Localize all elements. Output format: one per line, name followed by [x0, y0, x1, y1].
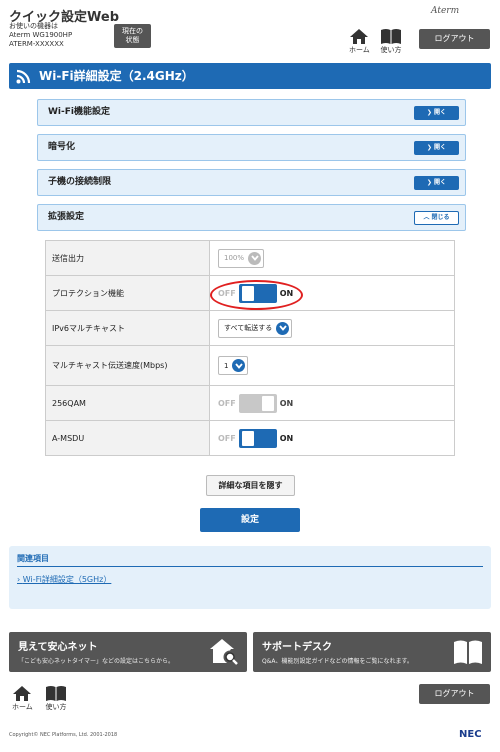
footer-home-button[interactable]: ホーム — [12, 685, 33, 712]
tx-power-select: 100% — [218, 248, 265, 268]
accordion-extended[interactable]: 拡張設定 ︿ 閉じる — [37, 204, 466, 231]
accordion-label: 子機の接続制限 — [48, 177, 112, 187]
setting-label: 256QAM — [45, 385, 210, 421]
promo-desc: 「こども安心ネットタイマー」などの設定はこちらから。 — [18, 658, 175, 665]
setting-label: 送信出力 — [45, 240, 210, 276]
select-value: 1 — [224, 361, 229, 370]
chevron-down-icon — [232, 359, 246, 372]
accordion-client-limit[interactable]: 子機の接続制限 ❯ 開く — [37, 169, 466, 196]
chevron-down-icon — [276, 321, 290, 335]
related-title: 関連項目 — [17, 554, 49, 563]
qam256-toggle: OFF ON — [218, 393, 294, 413]
home-label: ホーム — [349, 46, 370, 54]
amsdu-toggle[interactable]: OFF ON — [218, 428, 294, 448]
promo-support-desk[interactable]: サポートデスク Q&A、機能別設定ガイドなどの情報をご覧になれます。 — [253, 632, 491, 672]
promo-desc: Q&A、機能別設定ガイドなどの情報をご覧になれます。 — [262, 658, 413, 665]
footer-brand-logo: NEC — [459, 729, 482, 740]
accordion-label: 暗号化 — [48, 142, 76, 152]
toggle-knob — [261, 395, 274, 411]
open-button-label: 開く — [434, 144, 447, 151]
page-heading: Wi-Fi詳細設定（2.4GHz） — [9, 63, 491, 89]
table-row: マルチキャスト伝送速度(Mbps) 1 — [45, 345, 455, 386]
status-button-line: 現在の — [122, 27, 143, 35]
multicast-rate-select[interactable]: 1 — [218, 356, 249, 375]
setting-label: IPv6マルチキャスト — [45, 310, 210, 346]
home-button[interactable]: ホーム — [349, 28, 370, 55]
table-row: A-MSDU OFF ON — [45, 420, 455, 456]
toggle-off-label: OFF — [218, 433, 236, 443]
promo-mieteanshin[interactable]: 見えて安心ネット 「こども安心ネットタイマー」などの設定はこちらから。 — [9, 632, 247, 672]
toggle-off-label: OFF — [218, 398, 236, 408]
close-button-label: 閉じる — [431, 214, 450, 221]
extended-settings-table: 送信出力 100% プロテクション機能 OFF ON IPv6マルチキャスト す… — [45, 240, 455, 456]
book-icon — [46, 686, 66, 701]
promo-title: サポートデスク — [262, 642, 332, 653]
related-link-5ghz[interactable]: › Wi-Fi詳細設定（5GHz） — [17, 574, 111, 585]
chevron-down-icon: ❯ — [426, 179, 432, 186]
accordion-label: 拡張設定 — [48, 212, 85, 222]
help-button[interactable]: 使い方 — [380, 28, 402, 55]
setting-label: マルチキャスト伝送速度(Mbps) — [45, 345, 210, 386]
chevron-down-icon: ❯ — [426, 144, 432, 151]
open-button[interactable]: ❯ 開く — [414, 106, 459, 120]
open-button[interactable]: ❯ 開く — [414, 141, 459, 155]
setting-label: プロテクション機能 — [45, 275, 210, 311]
chevron-up-icon: ︿ — [423, 214, 430, 221]
chevron-down-icon: ❯ — [426, 109, 432, 116]
home-icon — [350, 29, 369, 44]
model-line: Aterm WG1900HP — [9, 31, 73, 39]
highlight-ring — [210, 280, 303, 310]
brand-logo: Aterm — [431, 6, 460, 16]
toggle-track[interactable] — [238, 428, 277, 448]
accordion-encryption[interactable]: 暗号化 ❯ 開く — [37, 134, 466, 161]
close-button[interactable]: ︿ 閉じる — [414, 211, 459, 225]
chevron-down-icon — [248, 251, 262, 265]
accordion-label: Wi-Fi機能設定 — [48, 107, 110, 117]
toggle-on-label: ON — [279, 398, 294, 408]
related-link-text: Wi-Fi詳細設定（5GHz） — [22, 575, 112, 584]
book-icon — [381, 29, 401, 44]
toggle-track — [238, 393, 277, 413]
home-icon — [13, 686, 32, 701]
help-label: 使い方 — [45, 703, 67, 711]
setting-label: A-MSDU — [45, 420, 210, 456]
toggle-knob — [241, 430, 254, 446]
promo-title: 見えて安心ネット — [18, 642, 98, 653]
page-heading-text: Wi-Fi詳細設定（2.4GHz） — [39, 69, 194, 83]
select-value: すべて転送する — [224, 324, 273, 332]
model-line: お使いの機器は — [9, 22, 58, 30]
house-search-icon — [210, 639, 238, 665]
logout-button[interactable]: ログアウト — [419, 29, 490, 49]
open-button-label: 開く — [434, 109, 447, 116]
home-label: ホーム — [12, 703, 33, 711]
open-button[interactable]: ❯ 開く — [414, 176, 459, 190]
model-line: ATERM-XXXXXX — [9, 40, 64, 48]
help-label: 使い方 — [380, 46, 402, 54]
table-row: 送信出力 100% — [45, 240, 455, 276]
header: クイック設定Web お使いの機器は Aterm WG1900HP ATERM-X… — [0, 0, 500, 57]
select-value: 100% — [224, 254, 245, 262]
model-info: お使いの機器は Aterm WG1900HP ATERM-XXXXXX — [9, 22, 72, 49]
copyright: Copyright© NEC Platforms, Ltd. 2001-2018 — [9, 732, 118, 738]
footer-logout-button[interactable]: ログアウト — [419, 684, 490, 704]
toggle-on-label: ON — [279, 433, 294, 443]
status-button-line: 状態 — [125, 36, 140, 44]
current-status-button[interactable]: 現在の 状態 — [114, 24, 151, 48]
book-icon — [454, 640, 482, 664]
table-row: IPv6マルチキャスト すべて転送する — [45, 310, 455, 346]
hide-details-button[interactable]: 詳細な項目を隠す — [206, 475, 295, 496]
related-panel: 関連項目 › Wi-Fi詳細設定（5GHz） — [9, 546, 491, 609]
wifi-icon — [16, 69, 31, 84]
save-button[interactable]: 設定 — [200, 508, 300, 532]
open-button-label: 開く — [434, 179, 447, 186]
accordion-wifi-function[interactable]: Wi-Fi機能設定 ❯ 開く — [37, 99, 466, 126]
divider — [17, 566, 483, 567]
ipv6-multicast-select[interactable]: すべて転送する — [218, 318, 293, 338]
footer-help-button[interactable]: 使い方 — [45, 685, 67, 712]
table-row: 256QAM OFF ON — [45, 385, 455, 421]
